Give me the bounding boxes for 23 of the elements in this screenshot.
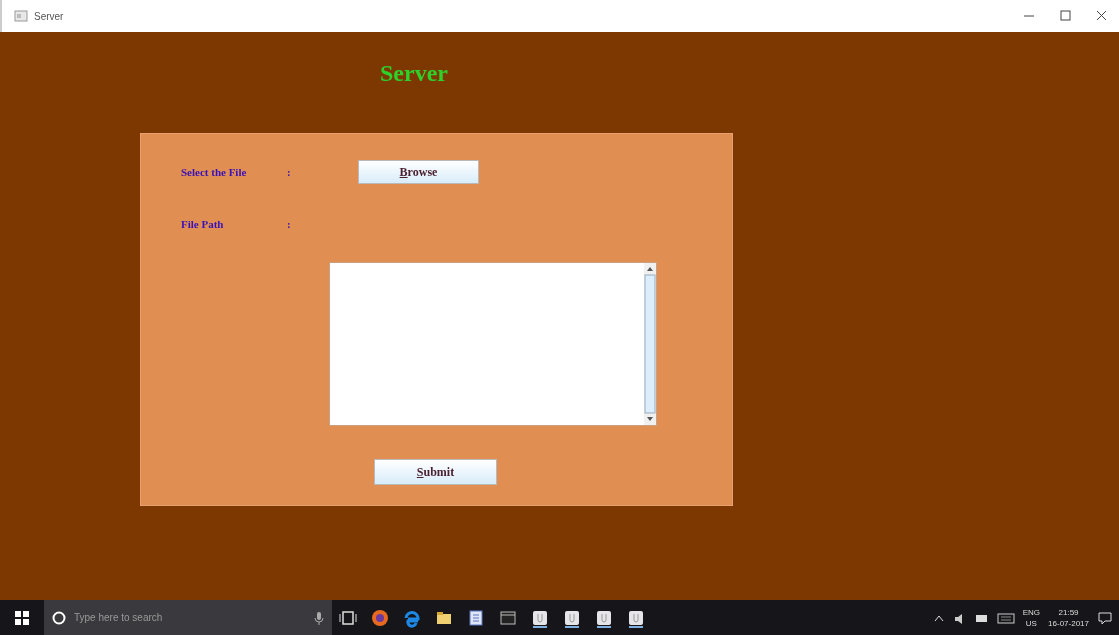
keyboard-icon[interactable]: [996, 611, 1015, 624]
colon-separator: :: [287, 166, 292, 178]
field-label: File Path: [181, 218, 225, 230]
vertical-scrollbar[interactable]: [644, 263, 656, 425]
search-bar[interactable]: Type here to search: [44, 600, 332, 635]
colon-separator: :: [287, 218, 292, 230]
browser-icon[interactable]: [370, 607, 390, 628]
clock-time[interactable]: 21:59: [1048, 606, 1089, 618]
window-title: Server: [34, 10, 64, 22]
field-label: Select the File: [181, 166, 248, 178]
submit-button[interactable]: Submit: [374, 459, 497, 485]
microphone-icon: [314, 610, 324, 625]
notification-icon[interactable]: [1097, 609, 1113, 626]
clock-date[interactable]: 16-07-2017: [1048, 617, 1089, 629]
search-field[interactable]: Type here to search: [72, 611, 308, 624]
page-heading: Server: [380, 60, 448, 88]
region-label[interactable]: US: [1022, 617, 1041, 629]
app-icon: [14, 10, 28, 22]
document-icon[interactable]: [466, 607, 486, 628]
windows-start-icon[interactable]: [14, 609, 30, 626]
search-icon: [52, 610, 66, 625]
language-label[interactable]: ENG: [1022, 606, 1041, 618]
browse-button[interactable]: Browse: [358, 160, 479, 184]
